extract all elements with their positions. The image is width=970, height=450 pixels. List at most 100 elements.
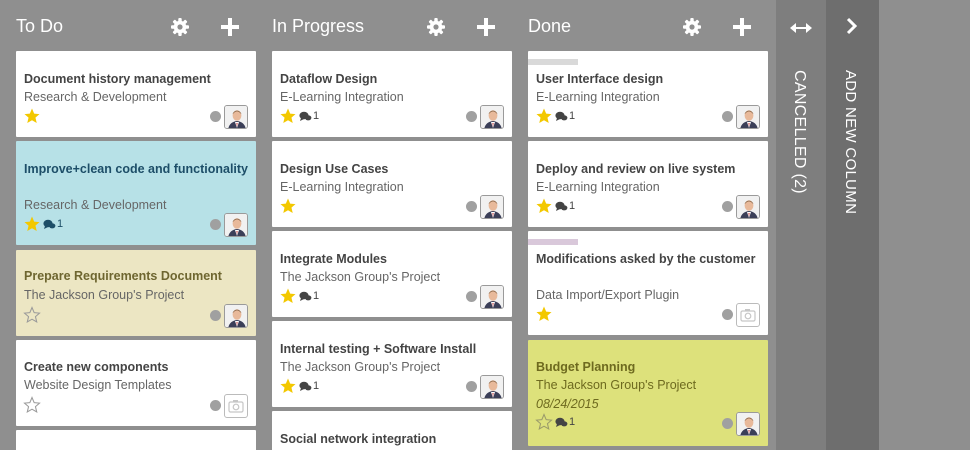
color-tag	[528, 59, 578, 65]
status-dot[interactable]	[210, 219, 221, 230]
task-card[interactable]	[16, 430, 256, 450]
comment-count-value: 1	[569, 416, 576, 428]
task-card[interactable]: Dataflow Design E-Learning Integration 1	[272, 51, 512, 137]
column-title: To Do	[16, 16, 64, 36]
column-title: In Progress	[272, 16, 365, 36]
card-project: The Jackson Group's Project	[280, 360, 441, 374]
star-outline-icon[interactable]	[23, 306, 41, 324]
camera-icon	[228, 400, 244, 413]
comments-icon	[299, 381, 312, 391]
task-card[interactable]: Modifications asked by the customer Data…	[528, 231, 768, 335]
status-dot[interactable]	[466, 381, 477, 392]
comment-count: 1	[299, 379, 319, 393]
task-card[interactable]: Improve+clean code and functionality Res…	[16, 141, 256, 245]
card-title: Deploy and review on live system	[536, 162, 736, 176]
card-project: The Jackson Group's Project	[24, 288, 185, 302]
gear-icon[interactable]	[426, 17, 446, 37]
comments-icon	[43, 219, 56, 229]
avatar	[480, 285, 504, 309]
card-title: Modifications asked by the customer	[536, 252, 756, 266]
star-outline-icon[interactable]	[23, 396, 41, 414]
avatar	[224, 105, 248, 129]
star-icon[interactable]	[279, 107, 297, 125]
task-card[interactable]: Create new components Website Design Tem…	[16, 340, 256, 426]
star-icon[interactable]	[23, 107, 41, 125]
expand-horizontal-icon[interactable]	[789, 21, 813, 35]
column-header: To Do	[16, 0, 272, 50]
task-card[interactable]: Deploy and review on live system E-Learn…	[528, 141, 768, 227]
status-dot[interactable]	[466, 201, 477, 212]
comments-icon	[555, 201, 568, 211]
comment-count-value: 1	[569, 200, 576, 212]
avatar	[224, 304, 248, 328]
card-title: Internal testing + Software Install	[280, 342, 477, 356]
star-icon[interactable]	[279, 377, 297, 395]
task-card[interactable]: Internal testing + Software Install The …	[272, 321, 512, 407]
card-project: Research & Development	[24, 90, 167, 104]
add-card-icon[interactable]	[732, 17, 752, 37]
star-outline-icon[interactable]	[535, 413, 553, 431]
task-card[interactable]: User Interface design E-Learning Integra…	[528, 51, 768, 137]
status-dot[interactable]	[210, 400, 221, 411]
task-card[interactable]: Social network integration	[272, 411, 512, 450]
card-project: The Jackson Group's Project	[536, 378, 697, 392]
avatar	[480, 375, 504, 399]
column-header: Done	[528, 0, 784, 50]
star-icon[interactable]	[279, 197, 297, 215]
avatar	[480, 105, 504, 129]
gear-icon[interactable]	[682, 17, 702, 37]
card-title: Design Use Cases	[280, 162, 389, 176]
comment-count: 1	[555, 109, 575, 123]
card-project: E-Learning Integration	[536, 180, 660, 194]
avatar	[224, 213, 248, 237]
star-icon[interactable]	[535, 107, 553, 125]
card-title: Improve+clean code and functionality	[24, 162, 249, 176]
card-title: Create new components	[24, 360, 169, 374]
comment-count-value: 1	[569, 110, 576, 122]
status-dot[interactable]	[722, 309, 733, 320]
card-project: Research & Development	[24, 198, 167, 212]
task-card[interactable]: Design Use Cases E-Learning Integration	[272, 141, 512, 227]
task-card[interactable]: Budget Planning The Jackson Group's Proj…	[528, 340, 768, 446]
avatar	[736, 105, 760, 129]
comment-count-value: 1	[313, 380, 320, 392]
status-dot[interactable]	[722, 111, 733, 122]
status-dot[interactable]	[722, 418, 733, 429]
task-card[interactable]: Prepare Requirements Document The Jackso…	[16, 250, 256, 336]
avatar-placeholder	[736, 303, 760, 327]
card-title: Prepare Requirements Document	[24, 269, 222, 283]
comment-count-value: 1	[57, 218, 64, 230]
card-title: Integrate Modules	[280, 252, 387, 266]
star-icon[interactable]	[535, 305, 553, 323]
column-cancelled-folded[interactable]: CANCELLED (2)	[776, 0, 826, 450]
column-done: Done User Interface design E-Learning In…	[528, 0, 784, 450]
card-title: Social network integration	[280, 432, 437, 446]
add-card-icon[interactable]	[220, 17, 240, 37]
comment-count: 1	[299, 109, 319, 123]
status-dot[interactable]	[210, 310, 221, 321]
add-column-button[interactable]: ADD NEW COLUMN	[826, 0, 879, 450]
chevron-right-icon[interactable]	[845, 17, 859, 35]
status-dot[interactable]	[210, 111, 221, 122]
add-card-icon[interactable]	[476, 17, 496, 37]
gear-icon[interactable]	[170, 17, 190, 37]
add-column-label: ADD NEW COLUMN	[842, 70, 859, 215]
card-title: Dataflow Design	[280, 72, 378, 86]
card-title: Budget Planning	[536, 360, 636, 374]
comment-count: 1	[299, 289, 319, 303]
comment-count-value: 1	[313, 290, 320, 302]
status-dot[interactable]	[722, 201, 733, 212]
task-card[interactable]: Document history management Research & D…	[16, 51, 256, 137]
card-project: Data Import/Export Plugin	[536, 288, 680, 302]
star-icon[interactable]	[23, 215, 41, 233]
card-project: Website Design Templates	[24, 378, 172, 392]
column-header: In Progress	[272, 0, 528, 50]
comment-count-value: 1	[313, 110, 320, 122]
task-card[interactable]: Integrate Modules The Jackson Group's Pr…	[272, 231, 512, 317]
star-icon[interactable]	[279, 287, 297, 305]
status-dot[interactable]	[466, 291, 477, 302]
comment-count: 1	[43, 217, 63, 231]
star-icon[interactable]	[535, 197, 553, 215]
column-title: Done	[528, 16, 572, 36]
status-dot[interactable]	[466, 111, 477, 122]
